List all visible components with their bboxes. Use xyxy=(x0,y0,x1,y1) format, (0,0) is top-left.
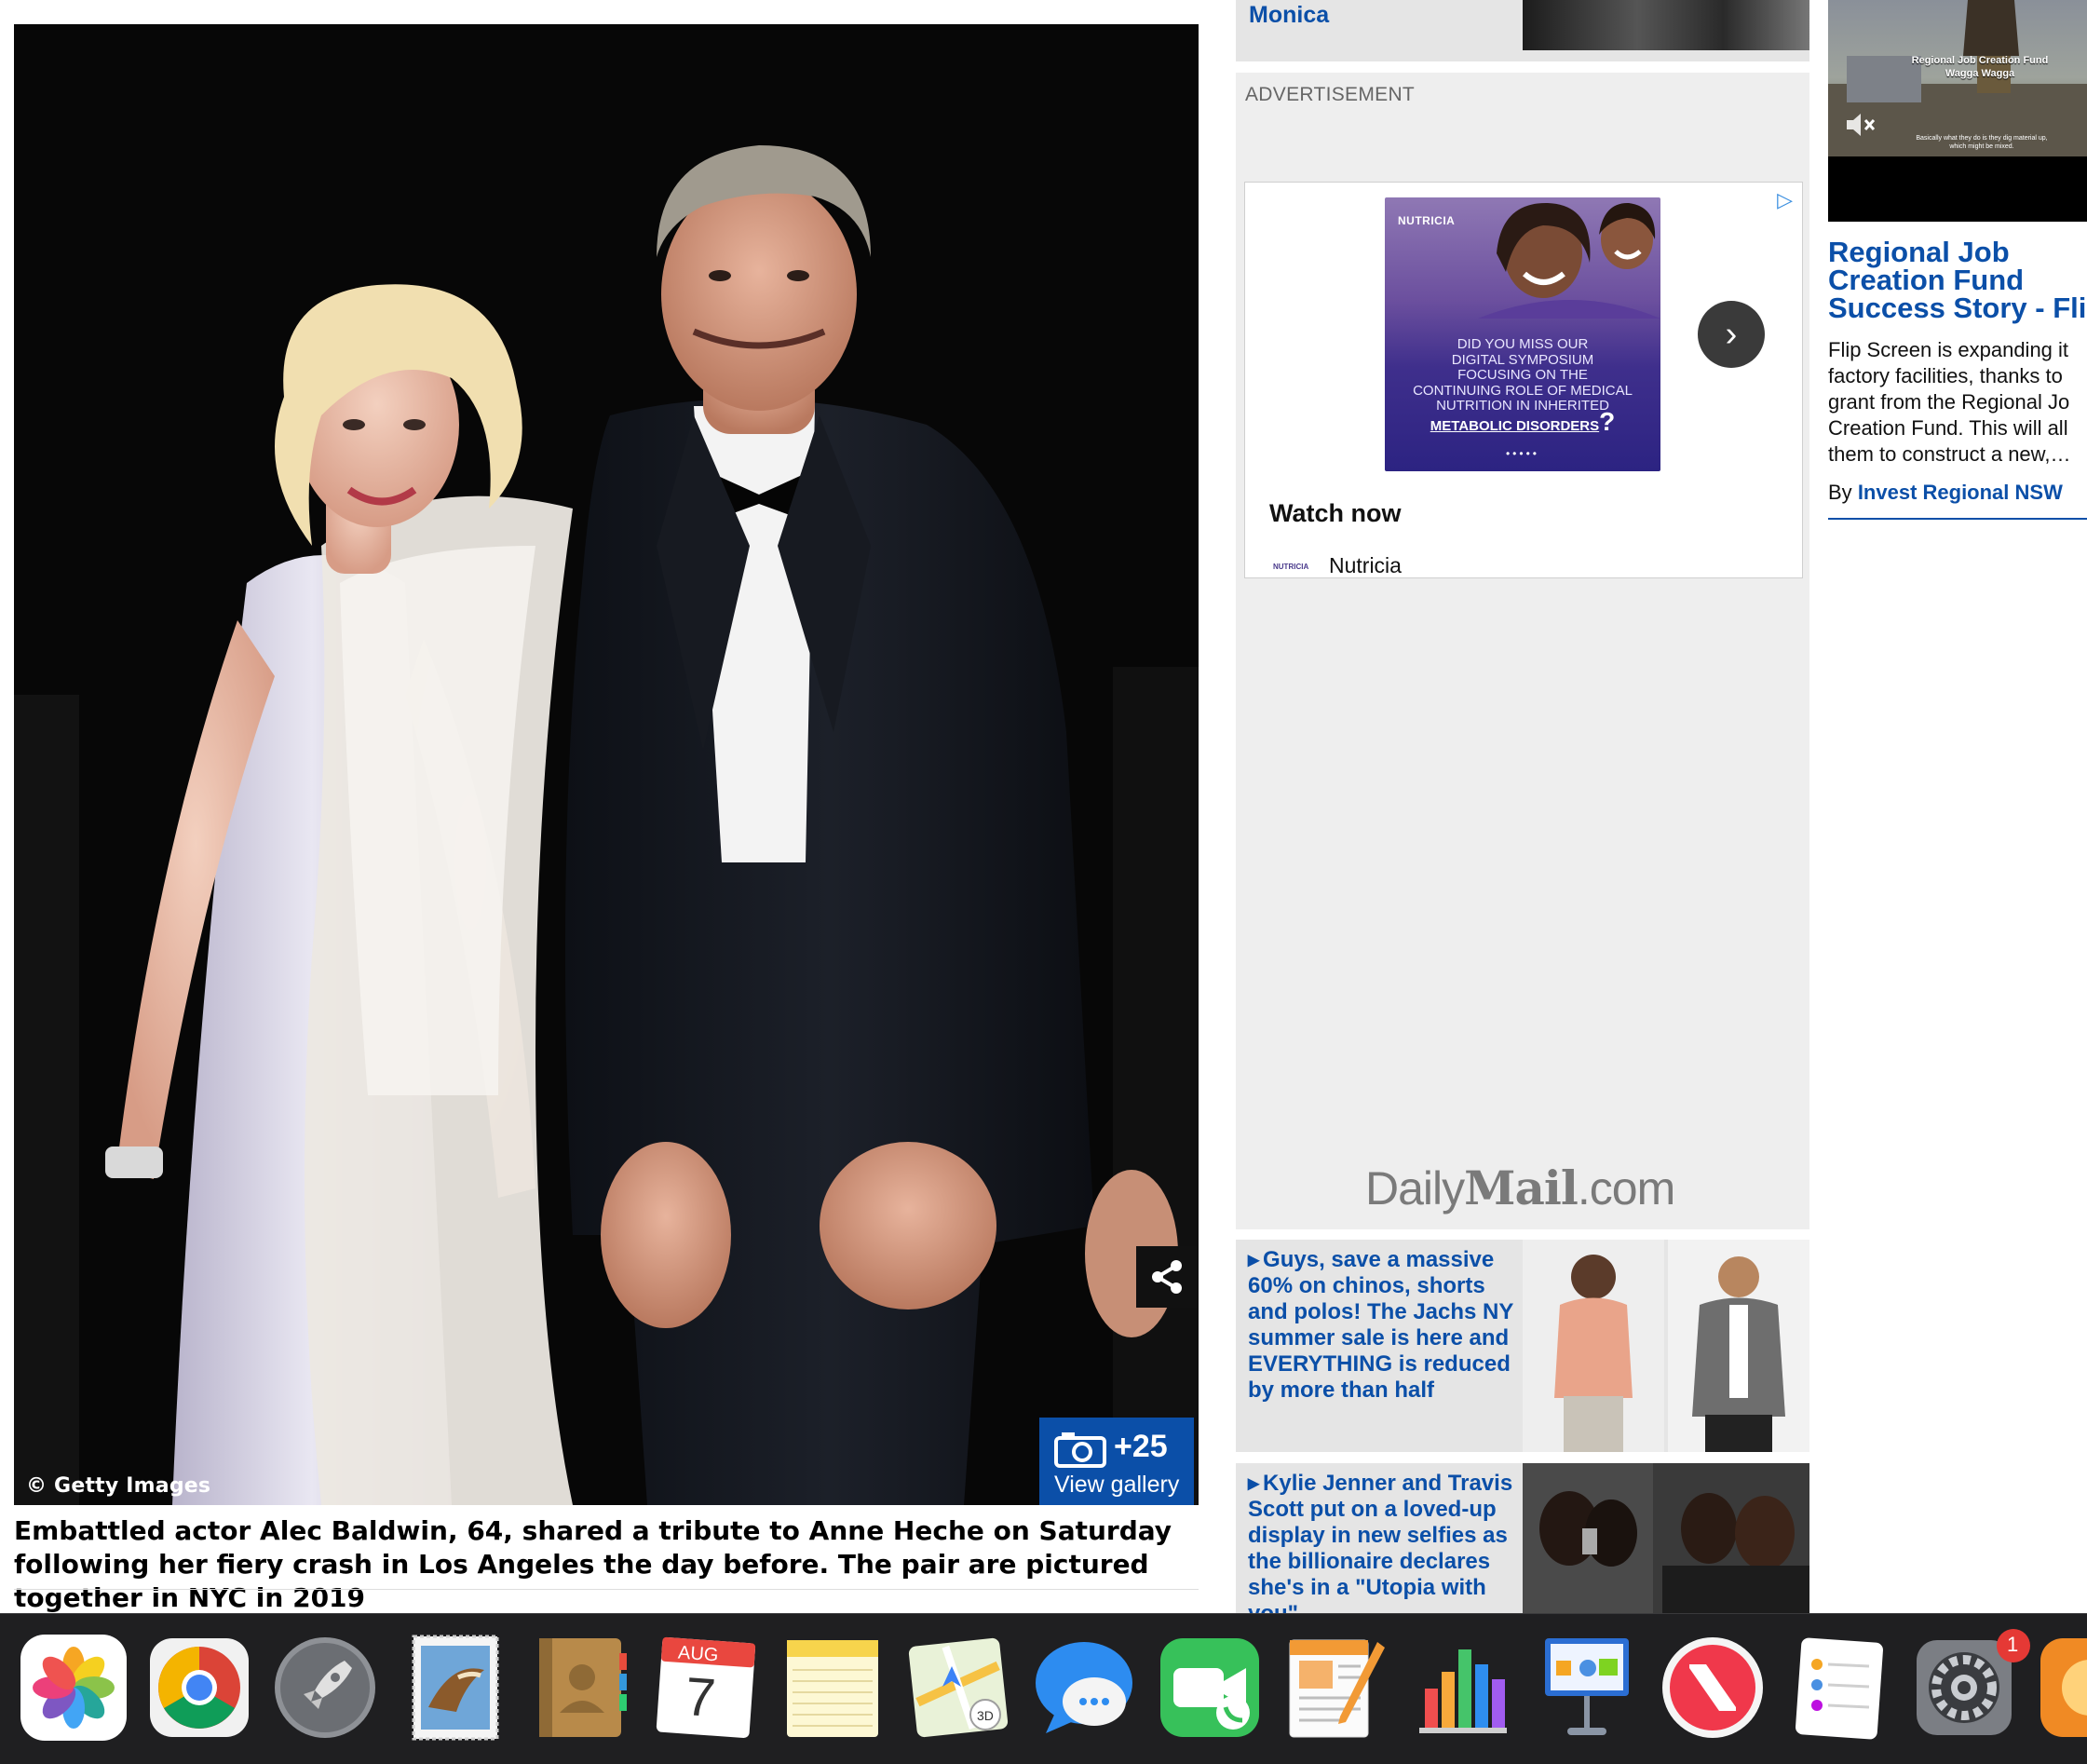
messages-icon xyxy=(1036,1642,1132,1733)
sidebar-top-card[interactable]: Monica xyxy=(1236,0,1809,61)
ad-carousel-dots[interactable]: ••••• xyxy=(1385,447,1660,460)
chrome-icon xyxy=(150,1638,249,1737)
dock-numbers[interactable] xyxy=(1406,1633,1516,1743)
sponsored-body: Flip Screen is expanding it factory faci… xyxy=(1828,338,2071,466)
app-icon xyxy=(2040,1638,2087,1737)
dock-mail[interactable] xyxy=(400,1633,510,1743)
promo-headline[interactable]: Guys, save a massive 60% on chinos, shor… xyxy=(1248,1247,1518,1404)
notes-icon xyxy=(787,1640,878,1737)
promo-card[interactable]: Guys, save a massive 60% on chinos, shor… xyxy=(1236,1240,1809,1452)
video-caption: Basically what they do is they dig mater… xyxy=(1916,135,2048,150)
ad-sponsor-name[interactable]: Nutricia xyxy=(1329,553,1402,578)
dock-app-partial[interactable] xyxy=(2035,1633,2087,1743)
rocket-icon xyxy=(275,1637,375,1738)
dock-chrome[interactable] xyxy=(144,1633,254,1743)
camera-icon xyxy=(1054,1432,1106,1468)
ad-next-button[interactable]: › xyxy=(1698,301,1765,368)
gallery-count: +25 xyxy=(1114,1429,1168,1464)
sponsored-source-link[interactable]: Invest Regional NSW xyxy=(1858,481,2063,504)
mute-icon[interactable] xyxy=(1845,112,1877,138)
video-title: Regional Job Creation Fund Wagga Wagga xyxy=(1911,55,2049,79)
ad-cta-link[interactable]: Watch now xyxy=(1269,499,1402,528)
share-button[interactable] xyxy=(1136,1246,1198,1308)
svg-text:3D: 3D xyxy=(977,1708,994,1723)
facetime-icon xyxy=(1160,1638,1259,1737)
dock-news[interactable] xyxy=(1658,1633,1768,1743)
photo-caption: Embattled actor Alec Baldwin, 64, shared… xyxy=(14,1515,1172,1613)
video-letterbox xyxy=(1828,156,2087,222)
image-credit: © Getty Images xyxy=(26,1474,211,1498)
gallery-label: View gallery xyxy=(1054,1472,1180,1498)
sidebar-top-thumbnail[interactable] xyxy=(1523,0,1809,50)
dock-pages[interactable] xyxy=(1281,1633,1390,1743)
pages-icon xyxy=(1289,1639,1385,1738)
browser-page: © Getty Images +25 View gallery Embattle… xyxy=(0,0,2087,1764)
sponsored-headline[interactable]: Regional Job Creation Fund Success Story… xyxy=(1828,237,2087,322)
chevron-right-icon: › xyxy=(1725,314,1738,354)
promo-image[interactable] xyxy=(1523,1240,1809,1452)
promo-card[interactable]: Kylie Jenner and Travis Scott put on a l… xyxy=(1236,1463,1809,1613)
dock-keynote[interactable] xyxy=(1532,1633,1642,1743)
ad-unit[interactable]: ▷ NUTRICIA Did you miss our digi xyxy=(1244,182,1803,578)
ad-brand: NUTRICIA xyxy=(1398,214,1456,227)
ad-creative-image[interactable]: NUTRICIA Did you miss our digital sympos… xyxy=(1385,197,1660,471)
caption-divider xyxy=(14,1589,1199,1590)
reminders-icon xyxy=(1796,1637,1883,1740)
ad-people-illustration xyxy=(1478,202,1660,319)
dock-launchpad[interactable] xyxy=(270,1633,380,1743)
sponsored-byline: By Invest Regional NSW xyxy=(1828,481,2063,504)
news-icon xyxy=(1662,1637,1763,1738)
advertisement-label: ADVERTISEMENT xyxy=(1245,84,1416,105)
dock-reminders[interactable] xyxy=(1783,1633,1893,1743)
numbers-chart-icon xyxy=(1419,1649,1507,1733)
macos-dock: AUG 7 3D 1 xyxy=(0,1613,2087,1764)
sponsored-divider xyxy=(1828,518,2087,520)
ad-sponsor-logo: NUTRICIA xyxy=(1273,563,1309,571)
dock-notes[interactable] xyxy=(778,1633,888,1743)
dock-messages[interactable] xyxy=(1029,1633,1139,1743)
dock-contacts[interactable] xyxy=(526,1633,636,1743)
dock-photos[interactable] xyxy=(19,1633,129,1743)
sponsored-video[interactable]: Regional Job Creation Fund Wagga Wagga B… xyxy=(1828,0,2087,222)
advertisement-area: ADVERTISEMENT ▷ NUTRICIA Did xyxy=(1236,73,1809,1229)
dock-maps[interactable]: 3D xyxy=(903,1633,1013,1743)
promo-image[interactable] xyxy=(1523,1463,1809,1613)
contacts-book-icon xyxy=(539,1638,627,1737)
dock-facetime[interactable] xyxy=(1155,1633,1265,1743)
dock-calendar[interactable]: AUG 7 xyxy=(652,1633,762,1743)
promo-headline[interactable]: Kylie Jenner and Travis Scott put on a l… xyxy=(1248,1471,1518,1613)
view-gallery-button[interactable]: +25 View gallery xyxy=(1039,1418,1194,1505)
ad-headline: Did you miss our digital symposium focus… xyxy=(1413,336,1633,436)
notification-badge-count: 1 xyxy=(2007,1633,2019,1656)
maps-icon: 3D xyxy=(908,1637,1009,1738)
sidebar-top-link[interactable]: Monica xyxy=(1249,2,1329,29)
calendar-day: 7 xyxy=(683,1665,718,1730)
share-icon xyxy=(1152,1260,1182,1294)
dailymail-logo: DailyMail.com xyxy=(1365,1160,1675,1215)
keynote-icon xyxy=(1545,1638,1629,1735)
calendar-month: AUG xyxy=(677,1642,720,1666)
adchoices-icon[interactable]: ▷ xyxy=(1777,188,1793,212)
photo-illustration xyxy=(14,145,1199,1505)
photos-icon xyxy=(20,1635,127,1741)
article-photo[interactable]: © Getty Images +25 View gallery xyxy=(14,24,1199,1505)
mail-stamp-icon xyxy=(412,1635,499,1741)
